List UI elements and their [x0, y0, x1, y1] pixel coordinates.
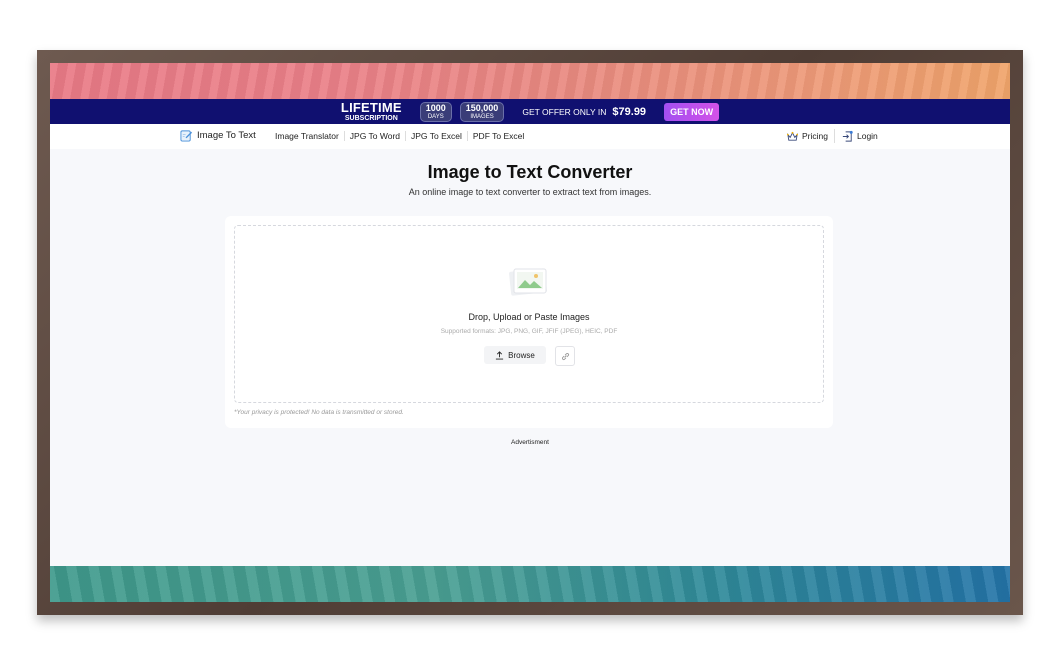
- nav-link-jpg-to-excel[interactable]: JPG To Excel: [405, 131, 467, 141]
- lifetime-text: LIFETIME: [340, 100, 402, 115]
- nav-link-image-translator[interactable]: Image Translator: [270, 131, 344, 141]
- login-icon: [842, 130, 853, 142]
- lifetime-label: LIFETIME SUBSCRIPTION: [341, 101, 402, 122]
- advertisement-label: Advertisment: [511, 439, 549, 446]
- page-title: Image to Text Converter: [427, 162, 633, 182]
- nav-links: Image Translator JPG To Word JPG To Exce…: [270, 131, 529, 141]
- pricing-link[interactable]: Pricing: [786, 130, 828, 143]
- offer-text: GET OFFER ONLY IN: [522, 106, 607, 117]
- days-unit: DAYS: [427, 113, 444, 120]
- pricing-label: Pricing: [802, 131, 828, 141]
- days-pill: 1000 DAYS: [419, 101, 452, 122]
- drop-zone[interactable]: Drop, Upload or Paste Images Supported f…: [234, 225, 824, 403]
- promo-banner[interactable]: LIFETIME SUBSCRIPTION 1000 DAYS 150,000 …: [50, 99, 1010, 124]
- picture-frame: LIFETIME SUBSCRIPTION 1000 DAYS 150,000 …: [37, 50, 1023, 615]
- subscription-text: SUBSCRIPTION: [344, 115, 398, 122]
- url-link-button[interactable]: [555, 346, 575, 366]
- upload-card: Drop, Upload or Paste Images Supported f…: [225, 216, 833, 428]
- supported-formats: Supported formats: JPG, PNG, GIF, JFIF (…: [440, 328, 618, 335]
- browse-label: Browse: [508, 350, 535, 360]
- upload-icon: [496, 350, 504, 360]
- top-navigation: Image To Text Image Translator JPG To Wo…: [50, 124, 1010, 149]
- decorative-top-band: [50, 63, 1010, 99]
- login-link[interactable]: Login: [841, 130, 878, 143]
- get-now-button[interactable]: GET NOW: [664, 102, 720, 121]
- privacy-notice: *Your privacy is protected! No data is t…: [234, 409, 404, 416]
- nav-link-jpg-to-word[interactable]: JPG To Word: [343, 131, 405, 141]
- brand-link[interactable]: Image To Text: [180, 129, 256, 142]
- images-unit: IMAGES: [470, 113, 494, 120]
- page-subtitle: An online image to text converter to ext…: [408, 187, 652, 197]
- nav-divider: [833, 129, 835, 143]
- pricing-crown-icon: [787, 131, 798, 141]
- brand-edit-icon: [180, 130, 193, 142]
- images-number: 150,000: [465, 102, 499, 113]
- link-icon: [561, 352, 569, 360]
- brand-name: Image To Text: [197, 130, 256, 141]
- drop-zone-title: Drop, Upload or Paste Images: [468, 312, 590, 322]
- offer-price: $79.99: [612, 105, 647, 118]
- nav-right: Pricing Login: [786, 129, 878, 143]
- days-number: 1000: [425, 102, 446, 113]
- browse-button[interactable]: Browse: [484, 346, 546, 364]
- decorative-bottom-band: [50, 566, 1010, 602]
- images-pill: 150,000 IMAGES: [459, 101, 505, 122]
- browser-screen: LIFETIME SUBSCRIPTION 1000 DAYS 150,000 …: [50, 63, 1010, 602]
- nav-link-pdf-to-excel[interactable]: PDF To Excel: [466, 131, 529, 141]
- image-placeholder-icon: [509, 268, 547, 296]
- login-label: Login: [856, 131, 878, 141]
